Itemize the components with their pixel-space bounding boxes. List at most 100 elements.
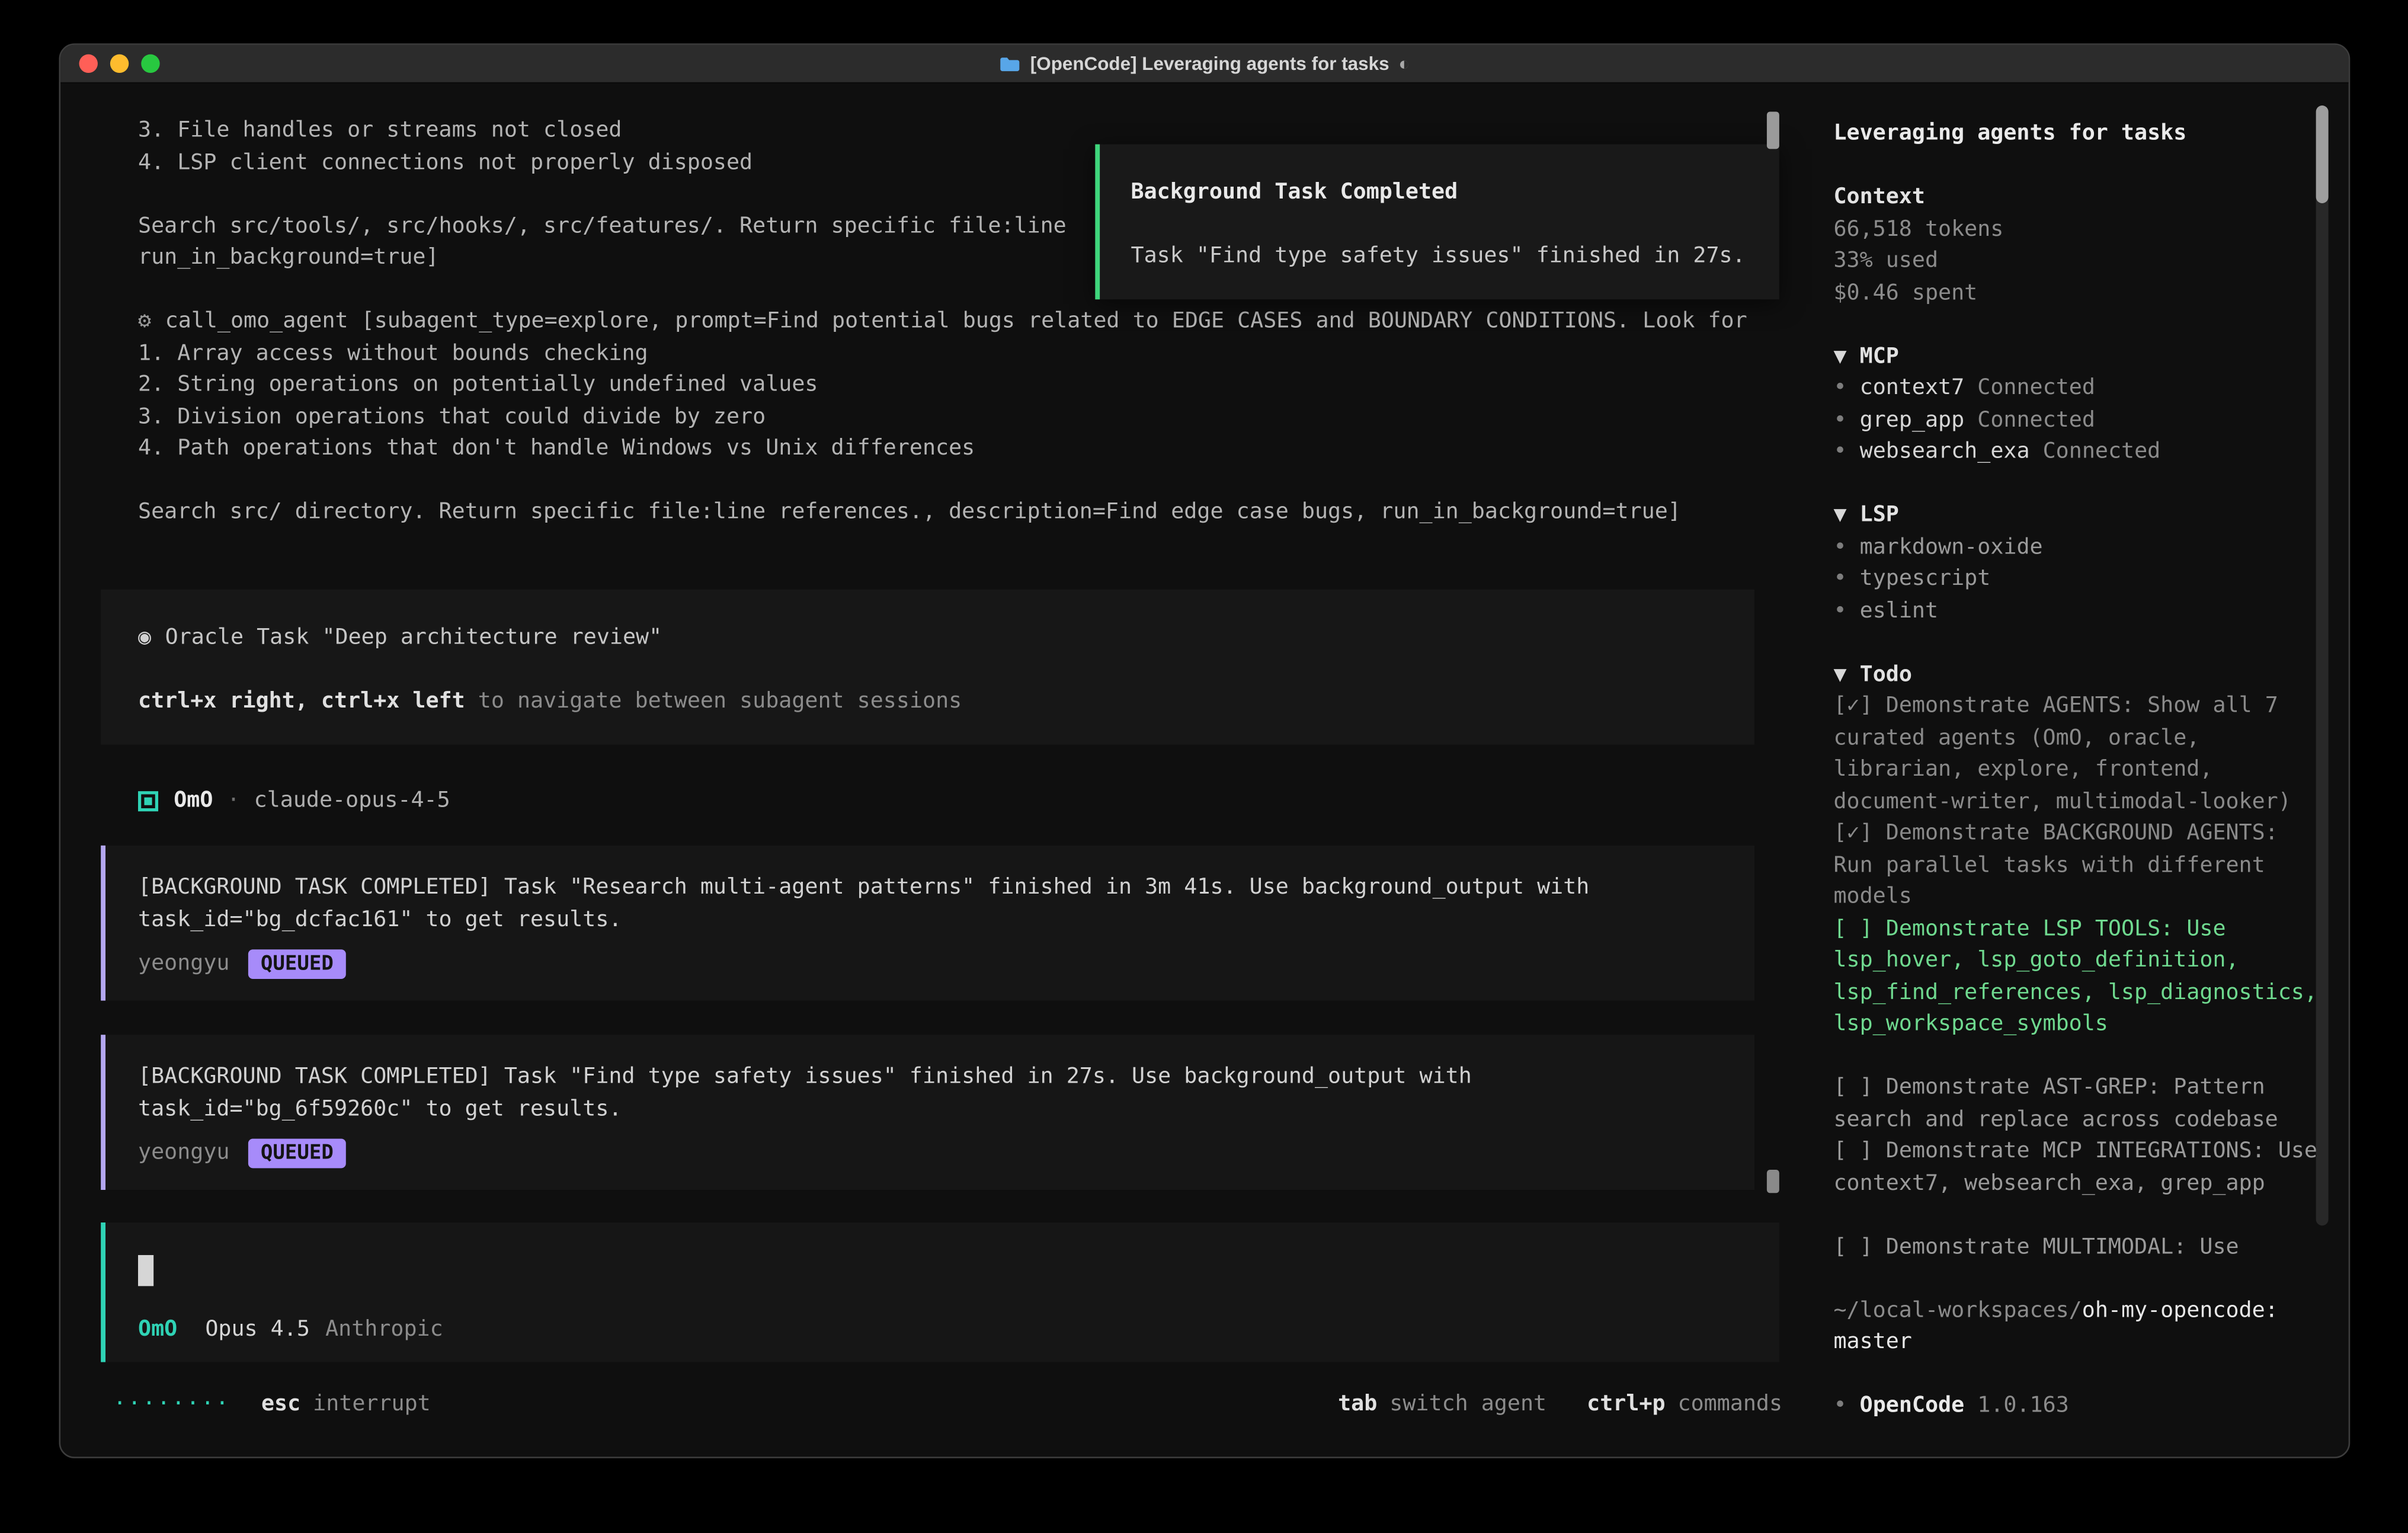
username: yeongyu bbox=[138, 1137, 230, 1169]
terminal-line: Search src/ directory. Return specific f… bbox=[138, 497, 1757, 529]
agent-model: claude-opus-4-5 bbox=[254, 785, 450, 817]
todo-text: Demonstrate LSP TOOLS: Use lsp_hover, ls… bbox=[1833, 916, 2317, 1036]
terminal-line: 3. File handles or streams not closed bbox=[138, 115, 1757, 147]
sidebar-scrollbar-thumb[interactable] bbox=[2316, 105, 2329, 203]
todo-checkbox: [ ] bbox=[1833, 916, 1872, 941]
mcp-item: • context7 Connected bbox=[1833, 372, 2323, 404]
todo-item: [ ] Demonstrate MULTIMODAL: Use bbox=[1833, 1231, 2323, 1263]
mcp-item-name: websearch_exa bbox=[1860, 439, 2030, 464]
username: yeongyu bbox=[138, 948, 230, 980]
desktop: [OpenCode] Leveraging agents for tasks ◐… bbox=[0, 0, 2407, 1533]
tool-call-line: ⚙call_omo_agent [subagent_type=explore, … bbox=[138, 306, 1757, 338]
oracle-task-title: Oracle Task "Deep architecture review" bbox=[165, 625, 662, 650]
oracle-task-box: ◉Oracle Task "Deep architecture review" … bbox=[101, 590, 1754, 745]
chevron-down-icon: ▼ bbox=[1833, 344, 1846, 369]
todo-item: [ ] Demonstrate LSP TOOLS: Use lsp_hover… bbox=[1833, 913, 2323, 1041]
zoom-button[interactable] bbox=[141, 55, 159, 73]
bullet-icon: • bbox=[1833, 1393, 1846, 1418]
tab-key-label: switch agent bbox=[1389, 1388, 1546, 1420]
terminal-line bbox=[138, 465, 1757, 497]
esc-key-hint: esc bbox=[261, 1388, 300, 1420]
shortcut-description: to navigate between subagent sessions bbox=[478, 689, 962, 713]
lsp-item-name: eslint bbox=[1860, 598, 1938, 623]
mcp-item: • websearch_exa Connected bbox=[1833, 436, 2323, 468]
mcp-item-status: Connected bbox=[2043, 439, 2161, 464]
ctrlp-key-hint: ctrl+p bbox=[1587, 1388, 1665, 1420]
bullet-icon: • bbox=[1833, 376, 1846, 401]
chevron-down-icon: ▼ bbox=[1833, 503, 1846, 527]
lsp-item: • markdown-oxide bbox=[1833, 532, 2323, 564]
tool-call-text: call_omo_agent [subagent_type=explore, p… bbox=[165, 309, 1747, 334]
task-message: [BACKGROUND TASK COMPLETED] Task "Resear… bbox=[101, 846, 1754, 1001]
prompt-input-meta: OmO Opus 4.5 Anthropic bbox=[138, 1313, 443, 1345]
spinner-dots: ········ bbox=[113, 1388, 230, 1420]
status-badge: QUEUED bbox=[248, 1138, 346, 1168]
app-version: 1.0.163 bbox=[1977, 1393, 2069, 1418]
todo-text: Demonstrate MULTIMODAL: Use bbox=[1886, 1234, 2239, 1259]
separator-dot: · bbox=[227, 785, 240, 817]
terminal-main: 3. File handles or streams not closed 4.… bbox=[60, 84, 1810, 1457]
sidebar: Leveraging agents for tasks Context 66,5… bbox=[1810, 84, 2348, 1457]
input-model-name: Opus 4.5 bbox=[205, 1313, 310, 1345]
mcp-section-heading[interactable]: ▼ MCP bbox=[1833, 341, 2323, 373]
todo-text: Demonstrate MCP INTEGRATIONS: Use contex… bbox=[1833, 1139, 2317, 1196]
input-agent-name: OmO bbox=[138, 1313, 177, 1345]
esc-key-label: interrupt bbox=[313, 1388, 431, 1420]
todo-item: [✓] Demonstrate AGENTS: Show all 7 curat… bbox=[1833, 690, 2323, 818]
context-heading: Context bbox=[1833, 181, 2323, 213]
task-message-text: [BACKGROUND TASK COMPLETED] Task "Resear… bbox=[138, 872, 1689, 935]
text-cursor bbox=[138, 1255, 153, 1286]
lsp-item: • eslint bbox=[1833, 595, 2323, 627]
status-bar-right: tab switch agent ctrl+p commands bbox=[1338, 1388, 1782, 1420]
ctrlp-key-label: commands bbox=[1678, 1388, 1783, 1420]
terminal-line: 3. Division operations that could divide… bbox=[138, 401, 1757, 433]
status-badge: QUEUED bbox=[248, 949, 346, 979]
workspace-path: ~/local-workspaces/oh-my-opencode: maste… bbox=[1833, 1295, 2323, 1358]
shortcut-keys: ctrl+x right, ctrl+x left bbox=[138, 689, 465, 713]
scrollbar-thumb[interactable] bbox=[1767, 1170, 1779, 1193]
todo-checkbox: [ ] bbox=[1833, 1075, 1872, 1100]
todo-checkbox: [✓] bbox=[1833, 821, 1872, 846]
notification-body: Task "Find type safety issues" finished … bbox=[1131, 241, 1749, 273]
traffic-lights bbox=[79, 45, 160, 82]
terminal-line: 4. Path operations that don't handle Win… bbox=[138, 433, 1757, 465]
moon-icon: ◐ bbox=[1398, 48, 1410, 80]
notification-title: Background Task Completed bbox=[1131, 177, 1749, 209]
session-title: Leveraging agents for tasks bbox=[1833, 118, 2323, 150]
terminal-line: 2. String operations on potentially unde… bbox=[138, 369, 1757, 401]
context-tokens: 66,518 tokens bbox=[1833, 213, 2323, 245]
sidebar-scrollbar-track[interactable] bbox=[2316, 105, 2329, 1225]
mcp-item-status: Connected bbox=[1977, 376, 2095, 401]
status-bar-left: ········ esc interrupt bbox=[113, 1388, 431, 1420]
minimize-button[interactable] bbox=[110, 55, 129, 73]
todo-heading-label: Todo bbox=[1860, 662, 1912, 687]
tab-key-hint: tab bbox=[1338, 1388, 1377, 1420]
prompt-input[interactable]: OmO Opus 4.5 Anthropic bbox=[101, 1222, 1779, 1362]
bullet-icon: • bbox=[1833, 567, 1846, 591]
task-message-meta: yeongyu QUEUED bbox=[138, 1137, 1717, 1169]
lsp-heading-label: LSP bbox=[1860, 503, 1899, 527]
task-message-text: [BACKGROUND TASK COMPLETED] Task "Find t… bbox=[138, 1061, 1689, 1125]
app-name: OpenCode bbox=[1860, 1393, 1965, 1418]
todo-text: Demonstrate AGENTS: Show all 7 curated a… bbox=[1833, 693, 2291, 814]
agent-header: OmO · claude-opus-4-5 bbox=[138, 785, 450, 817]
lsp-section-heading[interactable]: ▼ LSP bbox=[1833, 500, 2323, 532]
todo-checkbox: [ ] bbox=[1833, 1139, 1872, 1164]
close-button[interactable] bbox=[79, 55, 98, 73]
notification-toast: Background Task Completed Task "Find typ… bbox=[1095, 144, 1779, 299]
scrollbar-thumb[interactable] bbox=[1767, 111, 1779, 149]
oracle-task-title-line: ◉Oracle Task "Deep architecture review" bbox=[138, 622, 1717, 654]
todo-item: [ ] Demonstrate AST-GREP: Pattern search… bbox=[1833, 1072, 2323, 1135]
oracle-shortcut-hint: ctrl+x right, ctrl+x left to navigate be… bbox=[138, 686, 1717, 718]
task-message-meta: yeongyu QUEUED bbox=[138, 948, 1717, 980]
input-provider-name: Anthropic bbox=[325, 1313, 443, 1345]
folder-icon bbox=[999, 55, 1021, 72]
mcp-item-status: Connected bbox=[1977, 407, 2095, 432]
agent-square-icon bbox=[138, 791, 158, 811]
lsp-item-name: typescript bbox=[1860, 567, 1991, 591]
terminal-line: 1. Array access without bounds checking bbox=[138, 337, 1757, 369]
bullet-icon: • bbox=[1833, 535, 1846, 559]
todo-section-heading[interactable]: ▼ Todo bbox=[1833, 658, 2323, 690]
bullet-icon: • bbox=[1833, 439, 1846, 464]
titlebar[interactable]: [OpenCode] Leveraging agents for tasks ◐ bbox=[60, 45, 2349, 84]
